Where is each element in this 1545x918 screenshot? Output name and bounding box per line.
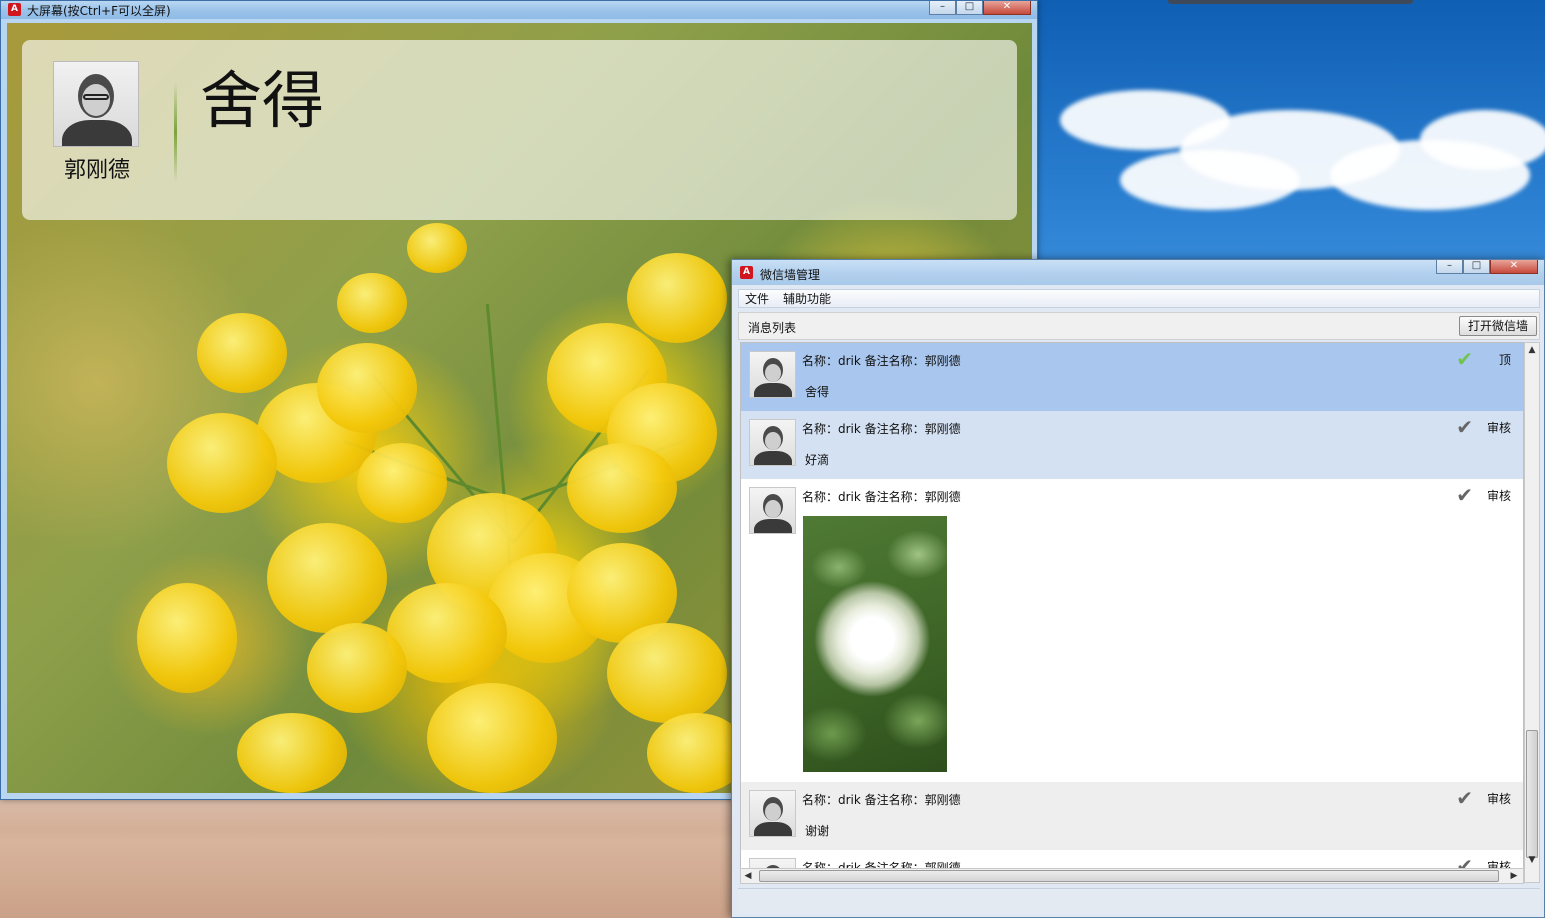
menu-bar: 文件 辅助功能	[738, 289, 1540, 308]
status-bar	[738, 888, 1540, 914]
sender-meta: 名称：drik 备注名称：郭刚德	[802, 793, 961, 807]
list-item[interactable]: 名称：drik 备注名称：郭刚德 舍得 ✔ 顶	[741, 343, 1523, 411]
scroll-right-icon[interactable]: ▶	[1507, 869, 1521, 883]
user-avatar	[749, 351, 796, 398]
message-banner: 郭刚德 舍得	[22, 40, 1017, 220]
manager-window-title: 微信墙管理	[760, 268, 821, 282]
user-avatar	[749, 487, 796, 534]
approve-button[interactable]: 审核	[1487, 419, 1511, 436]
open-wall-button[interactable]: 打开微信墙	[1459, 316, 1537, 336]
menu-tools[interactable]: 辅助功能	[783, 290, 831, 307]
check-icon: ✔	[1456, 347, 1473, 371]
check-icon: ✔	[1456, 415, 1473, 439]
pin-top-button[interactable]: 顶	[1499, 351, 1511, 368]
clover-photo[interactable]	[803, 516, 947, 772]
user-avatar	[749, 419, 796, 466]
message-text: 舍得	[805, 385, 830, 399]
message-list[interactable]: 名称：drik 备注名称：郭刚德 舍得 ✔ 顶 名称：drik 备注名称：郭刚德…	[740, 342, 1524, 883]
maximize-button[interactable]: □	[956, 1, 983, 15]
big-screen-titlebar[interactable]: A 大屏幕(按Ctrl+F可以全屏) – □ ✕	[1, 1, 1037, 19]
horizontal-scroll-thumb[interactable]	[759, 870, 1499, 882]
approve-button[interactable]: 审核	[1487, 487, 1511, 504]
wechat-wall-manager-window[interactable]: A 微信墙管理 – □ ✕ 文件 辅助功能 消息列表 打开微信墙 名称：drik…	[731, 259, 1545, 918]
scroll-down-icon[interactable]: ▼	[1525, 853, 1539, 867]
close-button[interactable]: ✕	[983, 1, 1031, 15]
minimize-button[interactable]: –	[929, 1, 956, 15]
scroll-left-icon[interactable]: ◀	[741, 869, 755, 883]
user-avatar	[749, 790, 796, 837]
vertical-scroll-thumb[interactable]	[1526, 730, 1538, 858]
list-item[interactable]: 名称：drik 备注名称：郭刚德 好滴 ✔ 审核	[741, 411, 1523, 479]
app-icon: A	[740, 266, 753, 279]
sender-name: 郭刚德	[63, 158, 130, 183]
scroll-up-icon[interactable]: ▲	[1525, 343, 1539, 357]
check-icon: ✔	[1456, 786, 1473, 810]
menu-file[interactable]: 文件	[745, 290, 769, 307]
wall-message: 舍得	[200, 64, 325, 137]
message-list-label: 消息列表	[748, 321, 797, 335]
message-list-header: 消息列表 打开微信墙	[738, 312, 1540, 340]
app-icon: A	[8, 3, 21, 16]
list-item[interactable]: 名称：drik 备注名称：郭刚德 谢谢 ✔ 审核	[741, 782, 1523, 850]
vertical-scrollbar[interactable]: ▲ ▼	[1524, 342, 1540, 883]
window-title: 大屏幕(按Ctrl+F可以全屏)	[27, 4, 171, 18]
message-text: 好滴	[805, 453, 830, 467]
message-text: 谢谢	[805, 824, 830, 838]
banner-divider	[174, 82, 177, 182]
close-button[interactable]: ✕	[1490, 260, 1538, 274]
list-item[interactable]: 名称：drik 备注名称：郭刚德 ✔ 审核	[741, 479, 1523, 782]
approve-button[interactable]: 审核	[1487, 790, 1511, 807]
sender-avatar	[53, 61, 139, 147]
sender-meta: 名称：drik 备注名称：郭刚德	[802, 354, 961, 368]
check-icon: ✔	[1456, 483, 1473, 507]
taskbar-edge	[1168, 0, 1413, 4]
sender-meta: 名称：drik 备注名称：郭刚德	[802, 490, 961, 504]
manager-titlebar[interactable]: A 微信墙管理 – □ ✕	[732, 260, 1544, 285]
horizontal-scrollbar[interactable]: ◀ ▶	[740, 868, 1524, 884]
minimize-button[interactable]: –	[1436, 260, 1463, 274]
maximize-button[interactable]: □	[1463, 260, 1490, 274]
sender-meta: 名称：drik 备注名称：郭刚德	[802, 422, 961, 436]
